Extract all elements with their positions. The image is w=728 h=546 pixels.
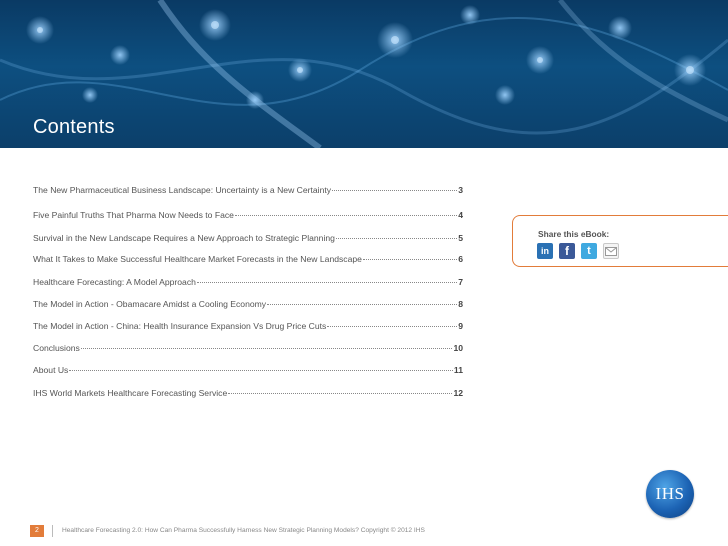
toc-entry-title: What It Takes to Make Successful Healthc… [33, 254, 362, 264]
toc-page-number: 7 [458, 277, 463, 287]
toc-page-number: 11 [453, 365, 463, 375]
footer-copyright: Healthcare Forecasting 2.0: How Can Phar… [62, 527, 425, 534]
toc-leader-dots [228, 392, 453, 394]
linkedin-icon[interactable]: in [537, 243, 553, 259]
share-panel: Share this eBook: in f t [512, 215, 728, 267]
toc-leader-dots [332, 189, 458, 191]
toc-entry-title: About Us [33, 365, 69, 375]
toc-entry[interactable]: Survival in the New Landscape Requires a… [33, 233, 463, 247]
ihs-logo: IHS [646, 470, 694, 518]
toc-entry[interactable]: Conclusions 10 [33, 343, 463, 357]
toc-entry[interactable]: What It Takes to Make Successful Healthc… [33, 254, 463, 268]
toc-entry[interactable]: IHS World Markets Healthcare Forecasting… [33, 388, 463, 402]
toc-page-number: 3 [458, 185, 463, 195]
toc-entry-title: Healthcare Forecasting: A Model Approach [33, 277, 196, 287]
toc-entry-title: IHS World Markets Healthcare Forecasting… [33, 388, 228, 398]
toc-page-number: 9 [458, 321, 463, 331]
toc-leader-dots [327, 325, 458, 327]
footer-divider [52, 525, 53, 537]
share-label: Share this eBook: [538, 229, 610, 239]
toc-page-number: 8 [458, 299, 463, 309]
toc-leader-dots [267, 303, 458, 305]
toc-leader-dots [196, 281, 458, 283]
toc-entry-title: Five Painful Truths That Pharma Now Need… [33, 210, 234, 220]
envelope-icon [605, 246, 617, 256]
share-icons: in f t [537, 243, 619, 259]
logo-text: IHS [655, 484, 685, 503]
page-number-badge: 2 [30, 525, 44, 537]
toc-leader-dots [69, 369, 453, 371]
toc-page-number: 10 [453, 343, 463, 353]
toc-entry[interactable]: About Us 11 [33, 365, 463, 379]
facebook-icon[interactable]: f [559, 243, 575, 259]
toc-page-number: 6 [458, 254, 463, 264]
toc-entry-title: Conclusions [33, 343, 80, 353]
toc-leader-dots [362, 258, 458, 260]
toc-page-number: 12 [453, 388, 463, 398]
toc-page-number: 4 [458, 210, 463, 220]
toc-entry[interactable]: The Model in Action - China: Health Insu… [33, 321, 463, 335]
toc-entry-title: The New Pharmaceutical Business Landscap… [33, 185, 332, 195]
toc-entry-title: Survival in the New Landscape Requires a… [33, 233, 335, 243]
page-title: Contents [33, 116, 115, 138]
toc-page-number: 5 [458, 233, 463, 243]
toc-entry-title: The Model in Action - Obamacare Amidst a… [33, 299, 267, 309]
twitter-icon[interactable]: t [581, 243, 597, 259]
toc-entry[interactable]: Healthcare Forecasting: A Model Approach… [33, 277, 463, 291]
toc-leader-dots [80, 347, 453, 349]
toc-entry-title: The Model in Action - China: Health Insu… [33, 321, 327, 331]
header-banner: Contents [0, 0, 728, 148]
email-icon[interactable] [603, 243, 619, 259]
toc-entry[interactable]: Five Painful Truths That Pharma Now Need… [33, 210, 463, 224]
toc-leader-dots [234, 214, 458, 216]
toc-entry[interactable]: The New Pharmaceutical Business Landscap… [33, 185, 463, 199]
toc-leader-dots [335, 237, 458, 239]
toc-entry[interactable]: The Model in Action - Obamacare Amidst a… [33, 299, 463, 313]
